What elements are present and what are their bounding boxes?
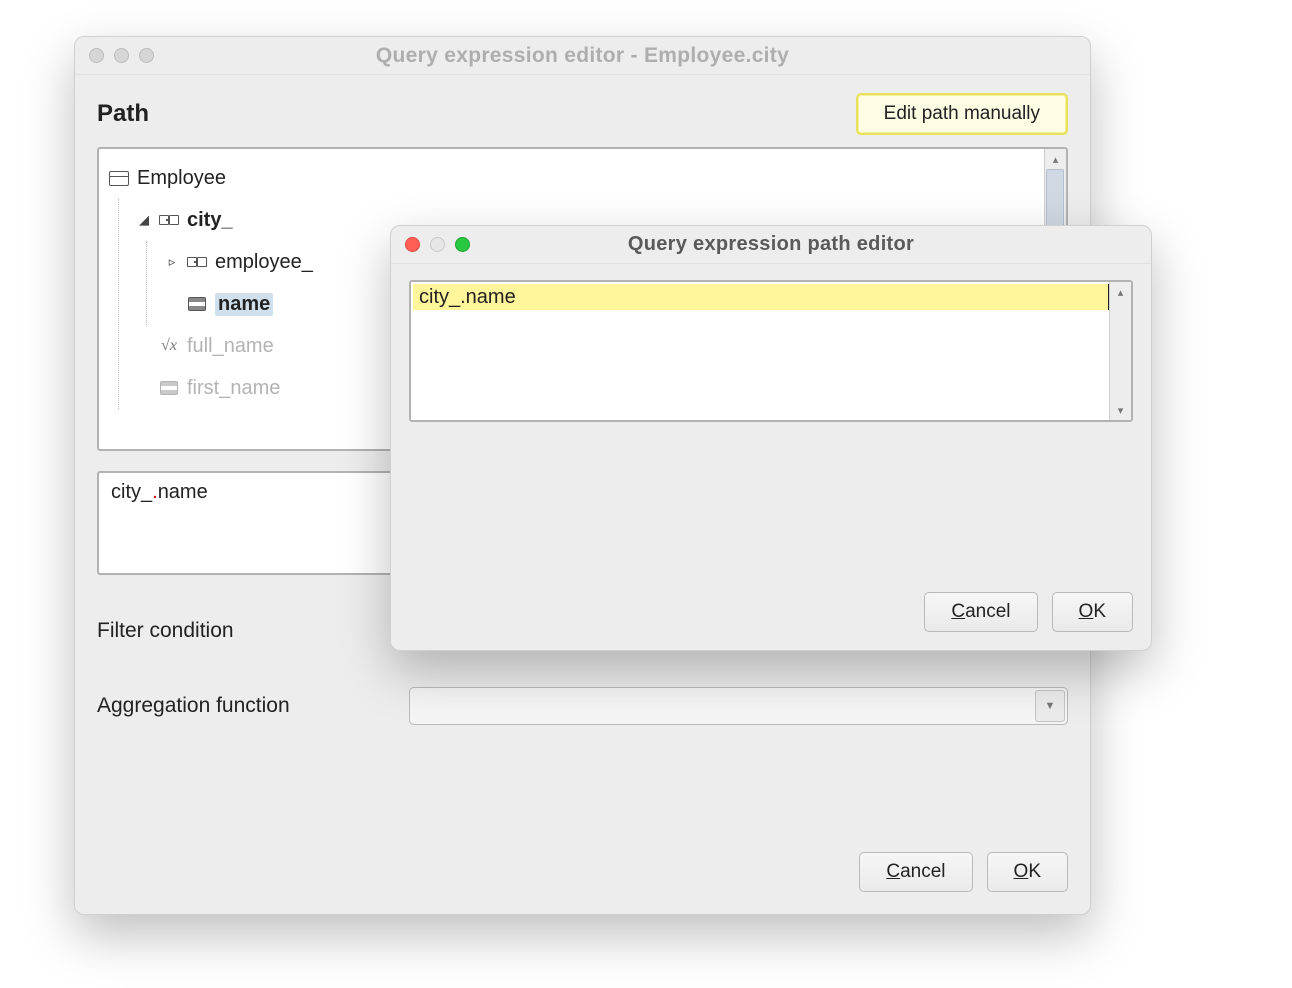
- titlebar: Query expression path editor: [391, 226, 1151, 264]
- preview-text-post: name: [158, 481, 208, 503]
- tree-label: name: [215, 293, 273, 316]
- chevron-down-icon[interactable]: ▼: [1035, 690, 1065, 722]
- tree-label: first_name: [187, 377, 280, 400]
- path-input-value[interactable]: city_.name: [413, 284, 1109, 310]
- expand-icon[interactable]: ◢: [137, 212, 151, 228]
- close-icon[interactable]: [89, 48, 104, 63]
- minimize-icon[interactable]: [114, 48, 129, 63]
- maximize-icon[interactable]: [455, 237, 470, 252]
- scroll-up-icon[interactable]: ▴: [1110, 282, 1131, 302]
- window-controls: [405, 237, 470, 252]
- aggregation-function-label: Aggregation function: [97, 694, 387, 718]
- tree-label: city_: [187, 209, 233, 232]
- formula-icon: √x: [161, 337, 177, 355]
- editor-scrollbar[interactable]: ▴ ▾: [1109, 282, 1131, 420]
- path-label: Path: [97, 100, 856, 128]
- edit-path-manually-button[interactable]: Edit path manually: [856, 93, 1068, 135]
- column-icon: [160, 381, 178, 395]
- titlebar: Query expression editor - Employee.city: [75, 37, 1090, 75]
- tree-label: employee_: [215, 251, 313, 274]
- ok-button[interactable]: OK: [1052, 592, 1133, 632]
- ok-button[interactable]: OK: [987, 852, 1068, 892]
- path-text-editor[interactable]: city_.name ▴ ▾: [409, 280, 1133, 422]
- minimize-icon[interactable]: [430, 237, 445, 252]
- scroll-down-icon[interactable]: ▾: [1110, 400, 1131, 420]
- column-icon: [188, 297, 206, 311]
- filter-condition-label: Filter condition: [97, 619, 387, 643]
- scroll-up-icon[interactable]: ▴: [1045, 149, 1066, 169]
- window-controls: [89, 48, 154, 63]
- expand-icon[interactable]: ▹: [165, 254, 179, 270]
- maximize-icon[interactable]: [139, 48, 154, 63]
- cancel-button[interactable]: Cancel: [859, 852, 972, 892]
- tree-label: full_name: [187, 335, 274, 358]
- path-editor-dialog: Query expression path editor city_.name …: [390, 225, 1152, 651]
- preview-text-pre: city_: [111, 481, 152, 503]
- table-icon: [109, 171, 129, 186]
- tree-root[interactable]: Employee: [109, 157, 1056, 199]
- path-preview: city_.name: [97, 471, 397, 575]
- dialog-title: Query expression path editor: [403, 233, 1139, 256]
- relation-icon: [159, 213, 179, 227]
- tree-label: Employee: [137, 167, 226, 190]
- window-title: Query expression editor - Employee.city: [87, 44, 1078, 68]
- relation-icon: [187, 255, 207, 269]
- aggregation-function-dropdown[interactable]: ▼: [409, 687, 1068, 725]
- close-icon[interactable]: [405, 237, 420, 252]
- cancel-button[interactable]: Cancel: [924, 592, 1037, 632]
